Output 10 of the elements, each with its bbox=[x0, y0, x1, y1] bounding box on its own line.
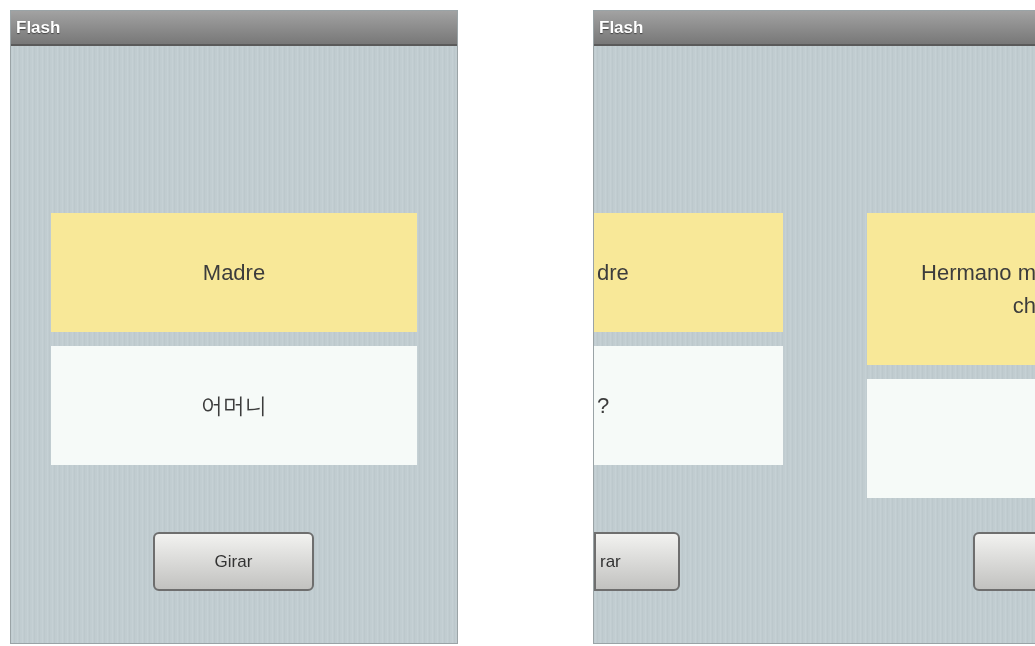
card-text: ? bbox=[596, 392, 611, 420]
card-text: 어머니 bbox=[200, 392, 268, 420]
card-text: Madre bbox=[201, 259, 267, 287]
flip-button[interactable]: rar bbox=[594, 532, 680, 591]
window-title: Flash bbox=[16, 16, 61, 39]
window-title: Flash bbox=[599, 16, 644, 39]
card-text: dre bbox=[596, 259, 630, 287]
flip-button[interactable]: Girar bbox=[153, 532, 314, 591]
card-text: ch bbox=[1011, 292, 1035, 320]
card-text: Hermano m bbox=[920, 259, 1035, 287]
